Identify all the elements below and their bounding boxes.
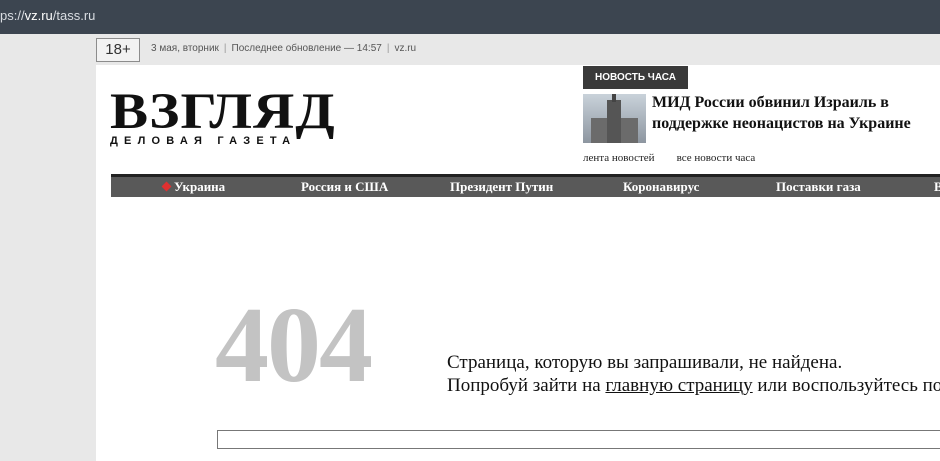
site-logo[interactable]: ВЗГЛЯД ДЕЛОВАЯ ГАЗЕТА [110, 87, 335, 148]
separator: | [386, 43, 390, 54]
date-info: 3 мая, вторник | Последнее обновление — 14… [151, 43, 416, 54]
news-of-hour-badge[interactable]: НОВОСТЬ ЧАСА [583, 66, 688, 89]
error-message: Страница, которую вы запрашивали, не най… [447, 351, 940, 397]
logo-title: ВЗГЛЯД [110, 84, 336, 140]
nav-item-president-putin[interactable]: Президент Путин [450, 177, 553, 197]
error-code: 404 [215, 286, 373, 405]
page: 18+ 3 мая, вторник | Последнее обновление … [96, 34, 940, 461]
nav-item-russia-usa[interactable]: Россия и США [301, 177, 388, 197]
current-date: 3 мая, вторник [151, 43, 219, 54]
thumbnail-tower [607, 94, 621, 143]
browser-address-bar[interactable]: ps://vz.ru/tass.ru [0, 0, 940, 34]
nav-item-label: Украина [174, 179, 226, 194]
all-hour-news-link[interactable]: все новости часа [677, 152, 756, 164]
nav-item-coronavirus[interactable]: Коронавирус [623, 177, 699, 197]
thumbnail-wing-right [620, 118, 638, 143]
top-info-strip: 18+ 3 мая, вторник | Последнее обновление … [96, 34, 940, 65]
last-update: Последнее обновление — 14:57 [231, 43, 382, 54]
url-text[interactable]: ps://vz.ru/tass.ru [0, 8, 95, 23]
url-path: /tass.ru [52, 8, 96, 23]
age-rating-badge: 18+ [96, 38, 140, 62]
news-feed-link[interactable]: лента новостей [583, 152, 655, 164]
home-page-link[interactable]: главную страницу [605, 375, 752, 396]
error-line-1: Страница, которую вы запрашивали, не най… [447, 352, 843, 373]
separator: | [223, 43, 227, 54]
site-link[interactable]: vz.ru [394, 43, 416, 54]
diamond-marker-icon [161, 181, 172, 192]
nav-item-gas-supply[interactable]: Поставки газа [776, 177, 861, 197]
news-headline-link[interactable]: МИД России обвинил Израиль в поддержке н… [652, 92, 940, 134]
error-line-2-end: или воспользуйтесь поиском [757, 375, 940, 396]
nav-item-more[interactable]: Вн [934, 177, 940, 197]
search-input[interactable] [217, 430, 940, 449]
error-line-2: Попробуй зайти на главную страницу или в… [447, 374, 940, 397]
error-line-2-start: Попробуй зайти на [447, 375, 606, 396]
building-thumbnail-icon[interactable] [583, 94, 646, 143]
nav-item-ukraine[interactable]: Украина [161, 177, 226, 197]
news-links: лента новостей все новости часа [583, 152, 777, 164]
url-host: vz.ru [24, 8, 53, 23]
url-scheme: ps:// [0, 8, 25, 23]
main-navigation: Украина Россия и США Президент Путин Кор… [111, 174, 940, 197]
